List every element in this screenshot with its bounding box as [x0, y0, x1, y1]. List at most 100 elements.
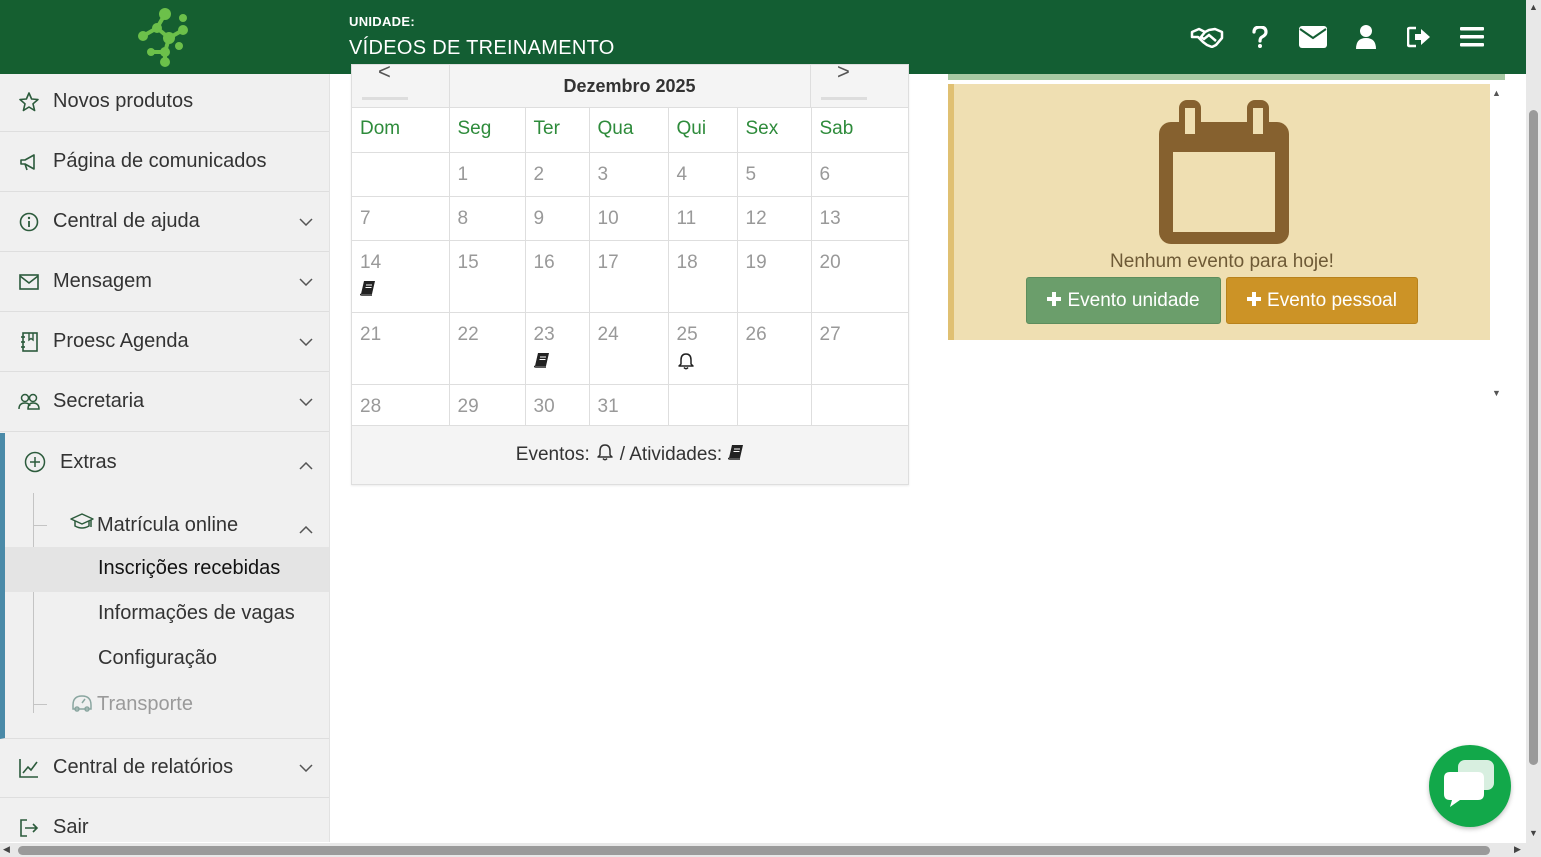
logout-icon[interactable]: [1392, 20, 1445, 54]
day-cell[interactable]: 20: [810, 239, 908, 313]
bell-icon: [596, 443, 614, 467]
sidebar-item-secretaria[interactable]: Secretaria: [0, 372, 329, 432]
weekday-label: Seg: [448, 108, 526, 153]
day-cell[interactable]: 29: [448, 383, 526, 428]
day-cell[interactable]: 12: [736, 195, 812, 241]
weekday-label: Qua: [588, 108, 669, 153]
scroll-down-arrow-icon[interactable]: ▼: [1529, 828, 1538, 838]
sidebar-subitem-inscricoes-recebidas[interactable]: Inscrições recebidas: [5, 547, 329, 592]
book-icon: [728, 444, 744, 466]
week-row: 14 15 16 17 18 19 20: [352, 239, 908, 313]
day-cell[interactable]: 16: [524, 239, 590, 313]
sidebar-item-label: Informações de vagas: [98, 602, 295, 624]
scroll-right-arrow-icon[interactable]: ▶: [1514, 844, 1521, 855]
day-cell[interactable]: 17: [588, 239, 669, 313]
sidebar-item-proesc-agenda[interactable]: Proesc Agenda: [0, 312, 329, 372]
day-cell[interactable]: 1: [448, 151, 526, 197]
horizontal-scrollbar[interactable]: ◀ ▶: [0, 843, 1541, 857]
day-cell[interactable]: 26: [736, 311, 812, 385]
day-cell[interactable]: 10: [588, 195, 669, 241]
menu-icon[interactable]: [1445, 20, 1498, 54]
sidebar-item-transporte[interactable]: Transporte: [5, 682, 329, 727]
day-cell-25[interactable]: 25: [667, 311, 738, 385]
sidebar-item-label: Extras: [60, 451, 117, 473]
sidebar-item-central-relatorios[interactable]: Central de relatórios: [0, 738, 329, 798]
day-cell[interactable]: 30: [524, 383, 590, 428]
user-icon[interactable]: [1339, 20, 1392, 54]
day-cell-23[interactable]: 23: [524, 311, 590, 385]
next-month-button[interactable]: >: [811, 59, 908, 108]
day-number: 14: [360, 251, 382, 273]
sidebar-item-extras[interactable]: Extras: [5, 433, 329, 493]
vertical-scrollbar[interactable]: ▲ ▼: [1526, 0, 1541, 843]
weekday-label: Ter: [524, 108, 590, 153]
help-icon[interactable]: [1233, 20, 1286, 54]
day-cell[interactable]: 19: [736, 239, 812, 313]
add-personal-event-button[interactable]: Evento pessoal: [1226, 277, 1418, 324]
day-cell[interactable]: 24: [588, 311, 669, 385]
handshake-icon[interactable]: [1180, 20, 1233, 54]
next-month-glyph: >: [837, 59, 850, 84]
day-cell[interactable]: 2: [524, 151, 590, 197]
sidebar-item-matricula-online[interactable]: Matrícula online: [5, 503, 329, 547]
chevron-down-icon: [299, 393, 313, 411]
sidebar-item-label: Página de comunicados: [53, 150, 267, 172]
sidebar-item-label: Inscrições recebidas: [98, 557, 281, 579]
day-cell[interactable]: 3: [588, 151, 669, 197]
logo[interactable]: [0, 0, 330, 74]
prev-month-button[interactable]: <: [352, 59, 449, 108]
sidebar-item-label: Configuração: [98, 647, 217, 669]
day-cell[interactable]: 28: [352, 383, 450, 428]
panel-scroll-down-icon[interactable]: ▼: [1492, 388, 1501, 398]
day-cell[interactable]: 6: [810, 151, 908, 197]
chat-bubble-icon: [1444, 759, 1496, 813]
bell-icon: [677, 352, 737, 376]
day-cell[interactable]: 15: [448, 239, 526, 313]
panel-scroll-up-icon[interactable]: ▲: [1492, 88, 1501, 98]
calendar-icon: [1154, 98, 1294, 255]
legend-events-label: Eventos:: [515, 444, 590, 465]
weekday-label: Dom: [352, 108, 450, 153]
top-bar: UNIDADE: VÍDEOS DE TREINAMENTO: [0, 0, 1526, 74]
day-cell: [810, 383, 908, 428]
calendar-legend: Eventos: / Atividades:: [352, 425, 908, 484]
mail-icon[interactable]: [1286, 20, 1339, 54]
day-cell[interactable]: 9: [524, 195, 590, 241]
day-cell[interactable]: 7: [352, 195, 450, 241]
sidebar-subitem-configuracao[interactable]: Configuração: [5, 637, 329, 682]
day-cell[interactable]: 5: [736, 151, 812, 197]
chat-button[interactable]: [1429, 745, 1511, 827]
scroll-up-arrow-icon[interactable]: ▲: [1529, 2, 1538, 12]
day-cell[interactable]: 27: [810, 311, 908, 385]
today-events-panel: Nenhum evento para hoje! Evento unidade …: [948, 84, 1490, 340]
chart-icon: [18, 757, 40, 779]
horizontal-scroll-thumb[interactable]: [18, 846, 1490, 855]
sidebar-item-mensagem[interactable]: Mensagem: [0, 252, 329, 312]
day-cell[interactable]: 13: [810, 195, 908, 241]
sidebar-item-central-ajuda[interactable]: Central de ajuda: [0, 192, 329, 252]
next-month-bar: [821, 97, 867, 100]
sidebar-item-label: Secretaria: [53, 390, 145, 412]
scroll-left-arrow-icon[interactable]: ◀: [3, 844, 10, 855]
sidebar-item-sair[interactable]: Sair: [0, 798, 329, 842]
unit-name[interactable]: VÍDEOS DE TREINAMENTO: [349, 37, 615, 60]
sidebar-item-novos-produtos[interactable]: Novos produtos: [0, 74, 329, 132]
weekday-label: Sab: [810, 108, 908, 153]
sidebar-subitem-informacoes-vagas[interactable]: Informações de vagas: [5, 592, 329, 637]
add-unit-event-button[interactable]: Evento unidade: [1026, 277, 1221, 324]
star-icon: [18, 91, 40, 113]
sidebar-item-comunicados[interactable]: Página de comunicados: [0, 132, 329, 192]
week-row: 28 29 30 31: [352, 383, 908, 428]
day-cell[interactable]: 31: [588, 383, 669, 428]
vertical-scroll-thumb[interactable]: [1529, 110, 1538, 765]
day-cell[interactable]: 18: [667, 239, 738, 313]
day-cell-14[interactable]: 14: [352, 239, 450, 313]
book-icon: [533, 352, 589, 374]
day-cell[interactable]: 8: [448, 195, 526, 241]
day-cell[interactable]: 4: [667, 151, 738, 197]
day-cell[interactable]: 21: [352, 311, 450, 385]
day-cell[interactable]: [352, 151, 450, 197]
day-cell[interactable]: 11: [667, 195, 738, 241]
plus-circle-icon: [24, 451, 46, 478]
day-cell[interactable]: 22: [448, 311, 526, 385]
